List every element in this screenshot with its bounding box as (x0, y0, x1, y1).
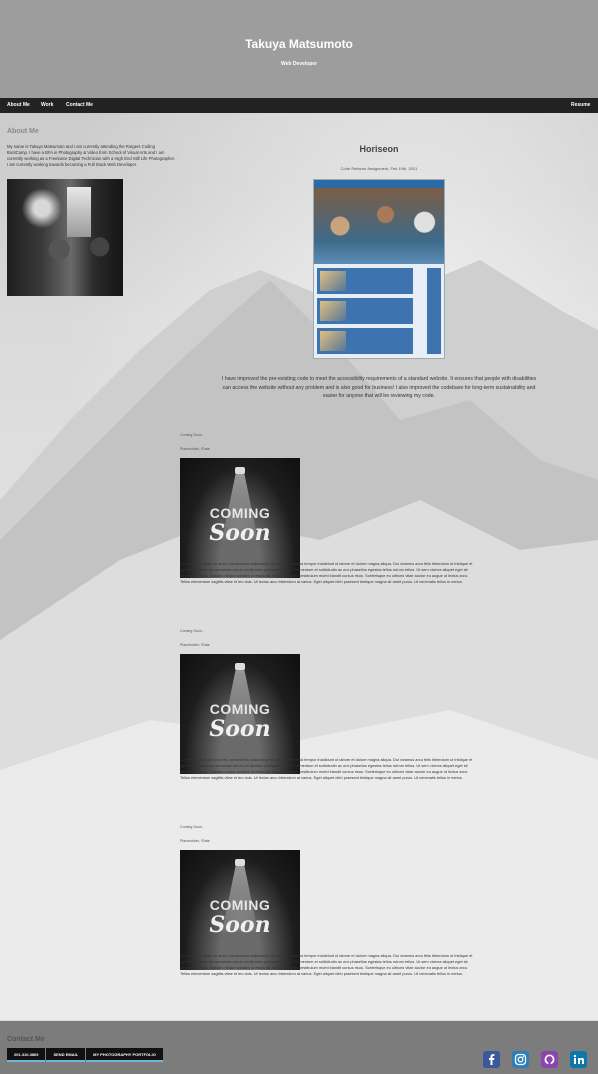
contact-bar: 201.310.3869 SEND EMAIL MY PHOTOGRAPHY P… (7, 1048, 164, 1062)
about-section: About Me My name is Takuya Matsumoto and… (7, 128, 177, 168)
hero-header: Takuya Matsumoto Web Developer (0, 0, 598, 98)
github-icon[interactable] (541, 1051, 558, 1068)
top-navigation: About Me Work Contact Me Resume (0, 98, 598, 113)
project-card: Coming Soon.. Placeholder, *Date COMING … (180, 433, 480, 584)
card-text: Lorem ipsum dolor sit amet, consectetur … (180, 561, 473, 584)
nav-work-link[interactable]: Work (41, 102, 53, 108)
about-text: My name is Takuya Matsumoto and I am cur… (7, 144, 175, 167)
instagram-icon[interactable] (512, 1051, 529, 1068)
nav-resume-link[interactable]: Resume (571, 102, 590, 108)
contact-footer: Contact Me 201.310.3869 SEND EMAIL MY PH… (0, 1021, 598, 1074)
photography-portfolio-button[interactable]: MY PHOTOGRAPHY PORTFOLIO (86, 1048, 163, 1062)
coming-soon-image[interactable]: COMING Soon (180, 458, 300, 578)
card-status: Coming Soon.. (180, 629, 204, 633)
card-date: Placeholder, *Date (180, 447, 210, 451)
project-subtitle: Code Refactor Assignment, Feb 10th, 2021 (340, 166, 418, 171)
site-owner-role: Web Developer (280, 61, 318, 67)
coming-soon-image[interactable]: COMING Soon (180, 654, 300, 774)
coming-soon-image[interactable]: COMING Soon (180, 850, 300, 970)
card-status: Coming Soon.. (180, 825, 204, 829)
project-description: I have improved the pre-existing code to… (221, 376, 537, 399)
about-heading: About Me (7, 128, 39, 135)
card-text: Lorem ipsum dolor sit amet, consectetur … (180, 953, 473, 976)
featured-project: Horiseon Code Refactor Assignment, Feb 1… (220, 144, 538, 171)
project-card: Coming Soon.. Placeholder, *Date COMING … (180, 825, 480, 976)
contact-heading: Contact Me (7, 1036, 45, 1043)
project-screenshot[interactable] (313, 179, 445, 359)
project-title[interactable]: Horiseon (220, 144, 538, 154)
linkedin-icon[interactable] (570, 1051, 587, 1068)
nav-contact-link[interactable]: Contact Me (66, 102, 93, 108)
nav-about-link[interactable]: About Me (7, 102, 30, 108)
card-date: Placeholder, *Date (180, 643, 210, 647)
card-text: Lorem ipsum dolor sit amet, consectetur … (180, 757, 473, 780)
send-email-button[interactable]: SEND EMAIL (46, 1048, 86, 1062)
site-owner-name: Takuya Matsumoto (245, 37, 353, 51)
card-date: Placeholder, *Date (180, 839, 210, 843)
profile-photo (7, 179, 123, 296)
card-status: Coming Soon.. (180, 433, 204, 437)
facebook-icon[interactable] (483, 1051, 500, 1068)
phone-button[interactable]: 201.310.3869 (7, 1048, 46, 1062)
project-card: Coming Soon.. Placeholder, *Date COMING … (180, 629, 480, 780)
